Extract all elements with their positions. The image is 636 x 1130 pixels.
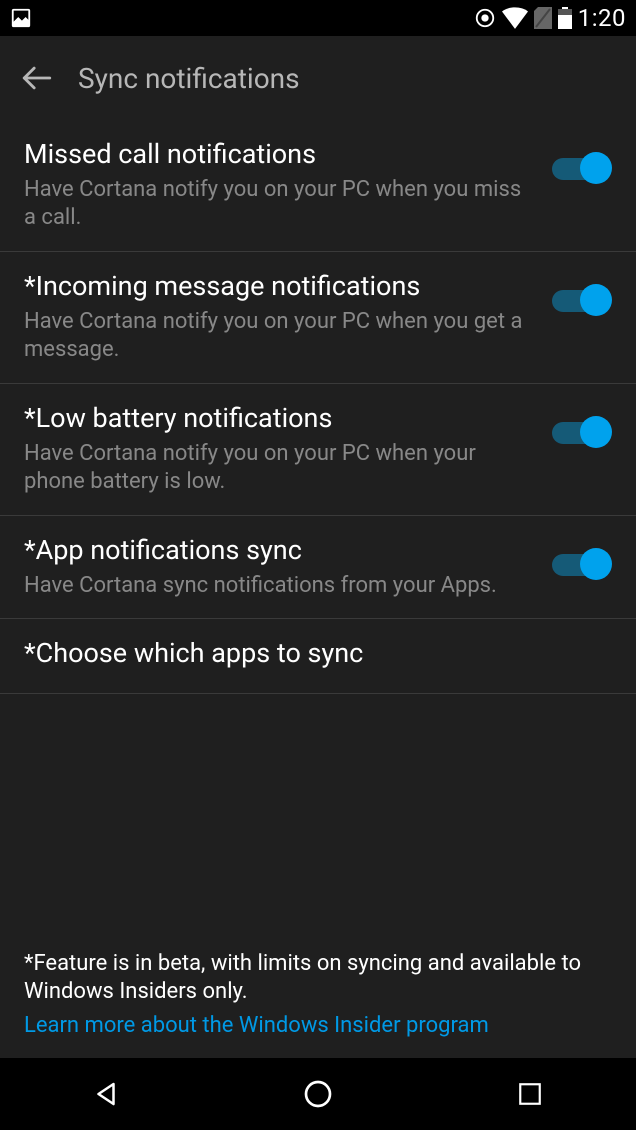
setting-desc: Have Cortana notify you on your PC when … (24, 308, 536, 365)
spacer (0, 694, 636, 950)
nav-recents-button[interactable] (480, 1081, 580, 1107)
setting-desc: Have Cortana notify you on your PC when … (24, 176, 536, 233)
wifi-icon (502, 7, 528, 29)
nav-home-button[interactable] (268, 1078, 368, 1110)
setting-title: *Low battery notifications (24, 402, 536, 436)
battery-icon (558, 7, 572, 29)
toggle-thumb (580, 416, 612, 448)
setting-text: *Low battery notifications Have Cortana … (24, 402, 536, 497)
status-right: 1:20 (474, 4, 626, 32)
nav-back-button[interactable] (56, 1079, 156, 1109)
setting-text: Missed call notifications Have Cortana n… (24, 138, 536, 233)
setting-app-sync[interactable]: *App notifications sync Have Cortana syn… (0, 516, 636, 619)
page-title: Sync notifications (78, 62, 300, 95)
toggle-thumb (580, 284, 612, 316)
setting-missed-call[interactable]: Missed call notifications Have Cortana n… (0, 120, 636, 252)
setting-title: *App notifications sync (24, 534, 536, 568)
setting-title: *Choose which apps to sync (24, 637, 612, 671)
status-bar: 1:20 (0, 0, 636, 36)
setting-title: *Incoming message notifications (24, 270, 536, 304)
footer: *Feature is in beta, with limits on sync… (0, 950, 636, 1058)
toggle-thumb (580, 152, 612, 184)
status-time: 1:20 (578, 4, 626, 32)
toggle-low-battery[interactable] (552, 416, 612, 450)
toggle-missed-call[interactable] (552, 152, 612, 186)
setting-choose-apps[interactable]: *Choose which apps to sync (0, 619, 636, 694)
setting-desc: Have Cortana notify you on your PC when … (24, 440, 536, 497)
sim-icon (534, 7, 552, 29)
circle-icon (474, 7, 496, 29)
picture-icon (10, 7, 32, 29)
insider-link[interactable]: Learn more about the Windows Insider pro… (24, 1009, 489, 1042)
status-left (10, 7, 32, 29)
footer-note: *Feature is in beta, with limits on sync… (24, 950, 612, 1007)
setting-text: *Choose which apps to sync (24, 637, 612, 675)
toggle-app-sync[interactable] (552, 548, 612, 582)
setting-title: Missed call notifications (24, 138, 536, 172)
settings-list: Missed call notifications Have Cortana n… (0, 120, 636, 1058)
setting-text: *Incoming message notifications Have Cor… (24, 270, 536, 365)
back-arrow-icon[interactable] (20, 61, 54, 95)
toggle-thumb (580, 548, 612, 580)
setting-text: *App notifications sync Have Cortana syn… (24, 534, 536, 600)
screen: 1:20 Sync notifications Missed call noti… (0, 0, 636, 1130)
setting-desc: Have Cortana sync notifications from you… (24, 572, 536, 601)
nav-bar (0, 1058, 636, 1130)
setting-low-battery[interactable]: *Low battery notifications Have Cortana … (0, 384, 636, 516)
toggle-incoming-message[interactable] (552, 284, 612, 318)
setting-incoming-message[interactable]: *Incoming message notifications Have Cor… (0, 252, 636, 384)
toolbar: Sync notifications (0, 36, 636, 120)
